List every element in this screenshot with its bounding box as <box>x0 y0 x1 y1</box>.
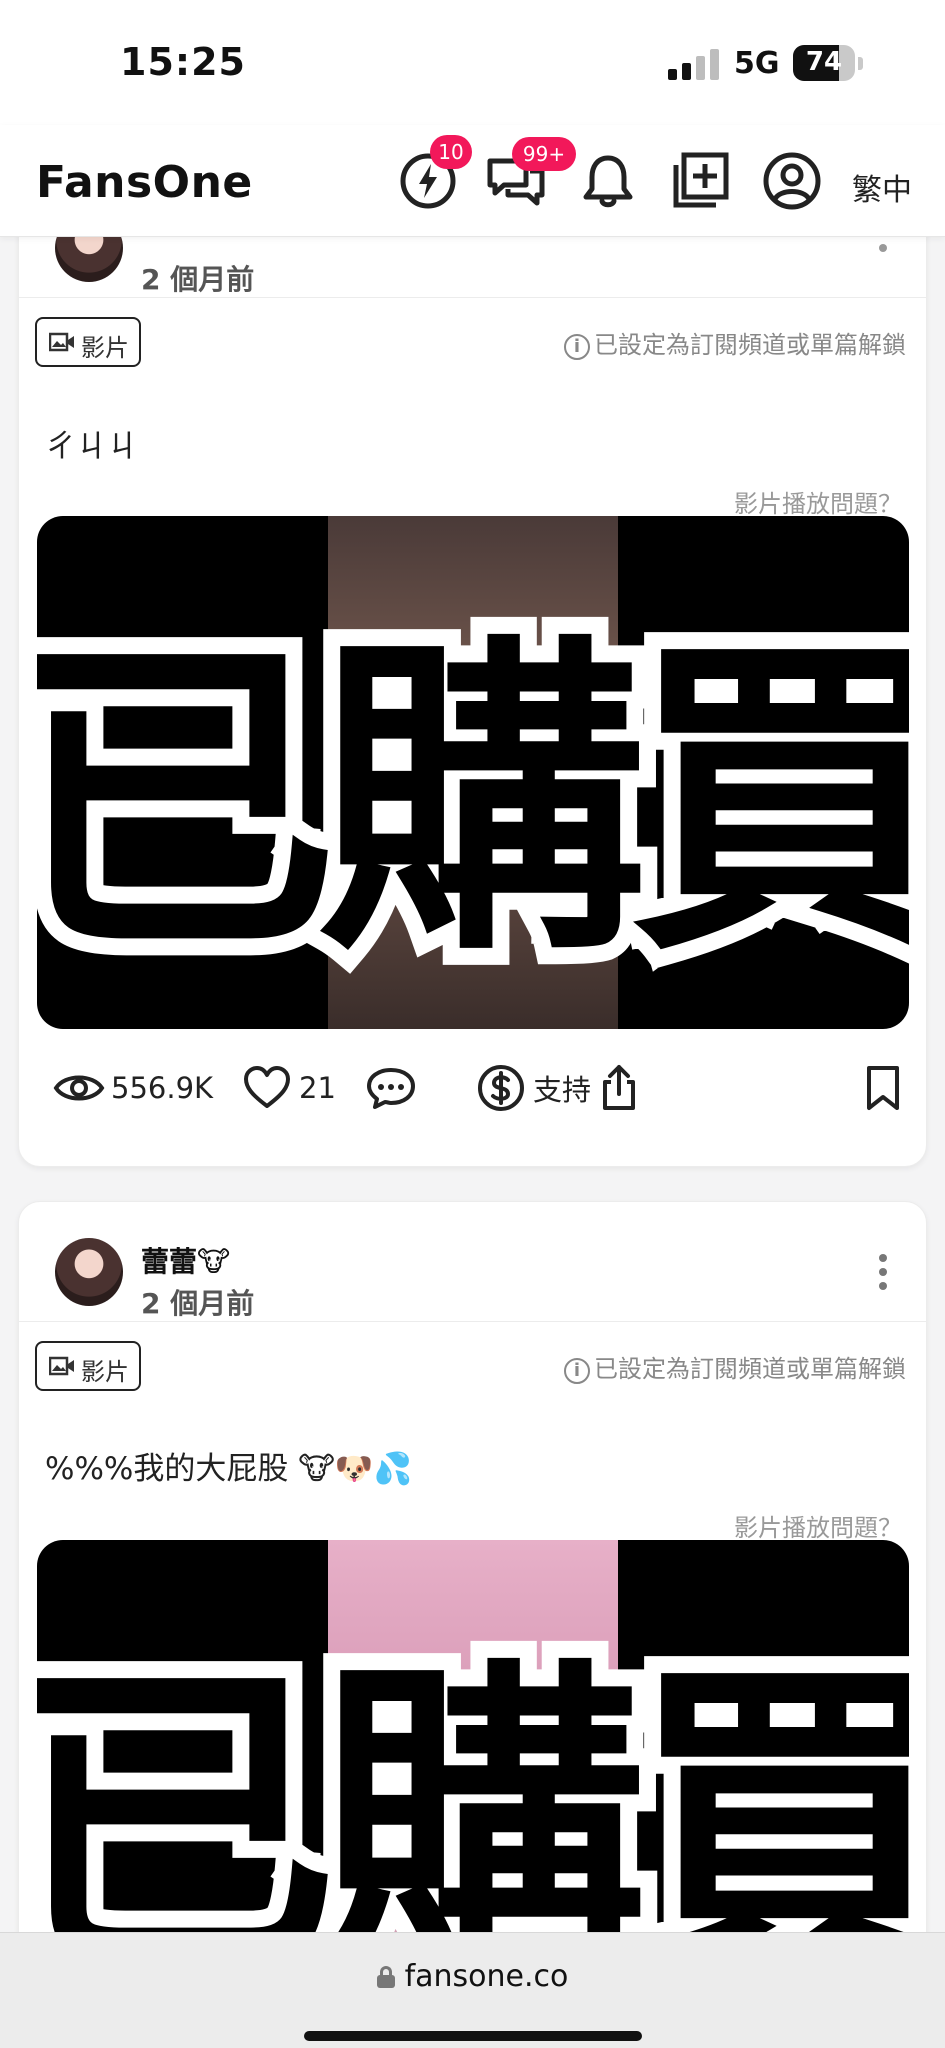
info-icon: i <box>564 334 590 360</box>
status-time: 15:25 <box>120 40 246 84</box>
bookmark-button[interactable] <box>857 1053 909 1123</box>
more-menu-button[interactable] <box>876 1254 888 1298</box>
eye-icon <box>53 1075 105 1101</box>
comment-icon <box>367 1068 415 1109</box>
unlock-note: i 已設定為訂閱頻道或單篇解鎖 <box>564 1349 906 1384</box>
video-icon <box>49 332 74 352</box>
signal-icon <box>668 48 720 80</box>
more-menu-button[interactable] <box>876 240 888 284</box>
likes-value: 21 <box>299 1071 336 1105</box>
like-button[interactable]: 21 <box>241 1053 336 1123</box>
add-post-button[interactable] <box>670 151 730 211</box>
add-post-icon <box>673 152 729 208</box>
browser-url-bar[interactable]: fansone.co <box>0 1932 945 2048</box>
views-count: 556.9K <box>53 1053 213 1123</box>
info-icon: i <box>564 1358 590 1384</box>
support-button[interactable]: 支持 <box>475 1053 591 1123</box>
video-type-badge: 影片 <box>35 1341 141 1391</box>
avatar[interactable] <box>55 1238 123 1306</box>
author-name[interactable]: 蕾蕾🐮 <box>141 1240 230 1280</box>
divider <box>19 1321 926 1322</box>
share-icon <box>603 1065 635 1110</box>
home-indicator[interactable] <box>304 2031 642 2041</box>
post-time: 2 個月前 <box>141 1287 255 1320</box>
battery-level: 74 <box>805 47 843 77</box>
post-text: %%%我的大屁股 🐮🐶💦 <box>45 1451 413 1487</box>
more-icon <box>879 1254 887 1262</box>
watermark-text: 已購買 <box>37 1634 909 1932</box>
app-header: FansOne 10 99+ 繁中 <box>0 125 945 237</box>
status-bar: 15:25 5G 74 <box>0 0 945 125</box>
purchased-watermark: 已購買 <box>37 593 909 1011</box>
video-player[interactable]: 已購買 <box>37 516 909 1029</box>
type-label: 影片 <box>81 334 129 362</box>
post-card: 蕾蕾🐮 2 個月前 影片 i 已設定為訂閱頻道或單篇解鎖 %%%我的大屁股 🐮🐶💦… <box>18 1201 927 1932</box>
comment-button[interactable] <box>365 1053 417 1123</box>
post-feed[interactable]: 2 個月前 影片 i已設定為訂閱頻道或單篇解鎖 ㄔㄐㄐ 影片播放問題？ 已購買 <box>0 237 945 1932</box>
video-player[interactable]: 已購買 <box>37 1540 909 1932</box>
watermark-text: 已購買 <box>37 610 909 994</box>
divider <box>19 297 926 298</box>
post-text: ㄔㄐㄐ <box>45 429 138 465</box>
support-label: 支持 <box>533 1073 592 1107</box>
network-type: 5G <box>734 46 780 81</box>
url-domain: fansone.co <box>404 1959 569 1994</box>
profile-icon <box>763 152 821 210</box>
profile-button[interactable] <box>762 151 822 211</box>
messages-button[interactable]: 99+ <box>486 137 576 211</box>
post-card: 2 個月前 影片 i已設定為訂閱頻道或單篇解鎖 ㄔㄐㄐ 影片播放問題？ 已購買 <box>18 237 927 1167</box>
bookmark-icon <box>867 1066 899 1110</box>
bell-icon <box>583 155 633 208</box>
messages-badge: 99+ <box>512 137 576 171</box>
lock-icon <box>376 1966 395 1988</box>
video-issue-link[interactable]: 影片播放問題？ <box>734 1508 902 1543</box>
more-icon <box>879 244 887 252</box>
flash-button[interactable]: 10 <box>398 135 472 211</box>
unlock-note-text: 已設定為訂閱頻道或單篇解鎖 <box>594 1355 906 1383</box>
heart-icon <box>244 1066 290 1108</box>
unlock-note: i 已設定為訂閱頻道或單篇解鎖 <box>564 325 906 360</box>
dollar-icon <box>478 1065 524 1111</box>
url-field[interactable]: fansone.co <box>0 1959 945 1994</box>
video-issue-link[interactable]: 影片播放問題？ <box>734 484 902 519</box>
share-button[interactable] <box>593 1053 645 1123</box>
purchased-watermark: 已購買 <box>37 1617 909 1932</box>
video-icon <box>49 1356 74 1376</box>
flash-badge: 10 <box>430 135 472 169</box>
brand-logo[interactable]: FansOne <box>36 157 253 208</box>
video-type-badge: 影片 <box>35 317 141 367</box>
battery-cap <box>858 57 863 70</box>
post-actions: 556.9K 21 支持 <box>19 1053 926 1123</box>
notifications-button[interactable] <box>578 151 638 211</box>
avatar[interactable] <box>55 237 123 282</box>
unlock-note-text: 已設定為訂閱頻道或單篇解鎖 <box>594 331 906 359</box>
views-value: 556.9K <box>111 1071 214 1105</box>
post-time: 2 個月前 <box>141 263 255 296</box>
language-switch[interactable]: 繁中 <box>852 165 912 209</box>
battery-icon: 74 <box>793 45 855 81</box>
type-label: 影片 <box>81 1358 129 1386</box>
